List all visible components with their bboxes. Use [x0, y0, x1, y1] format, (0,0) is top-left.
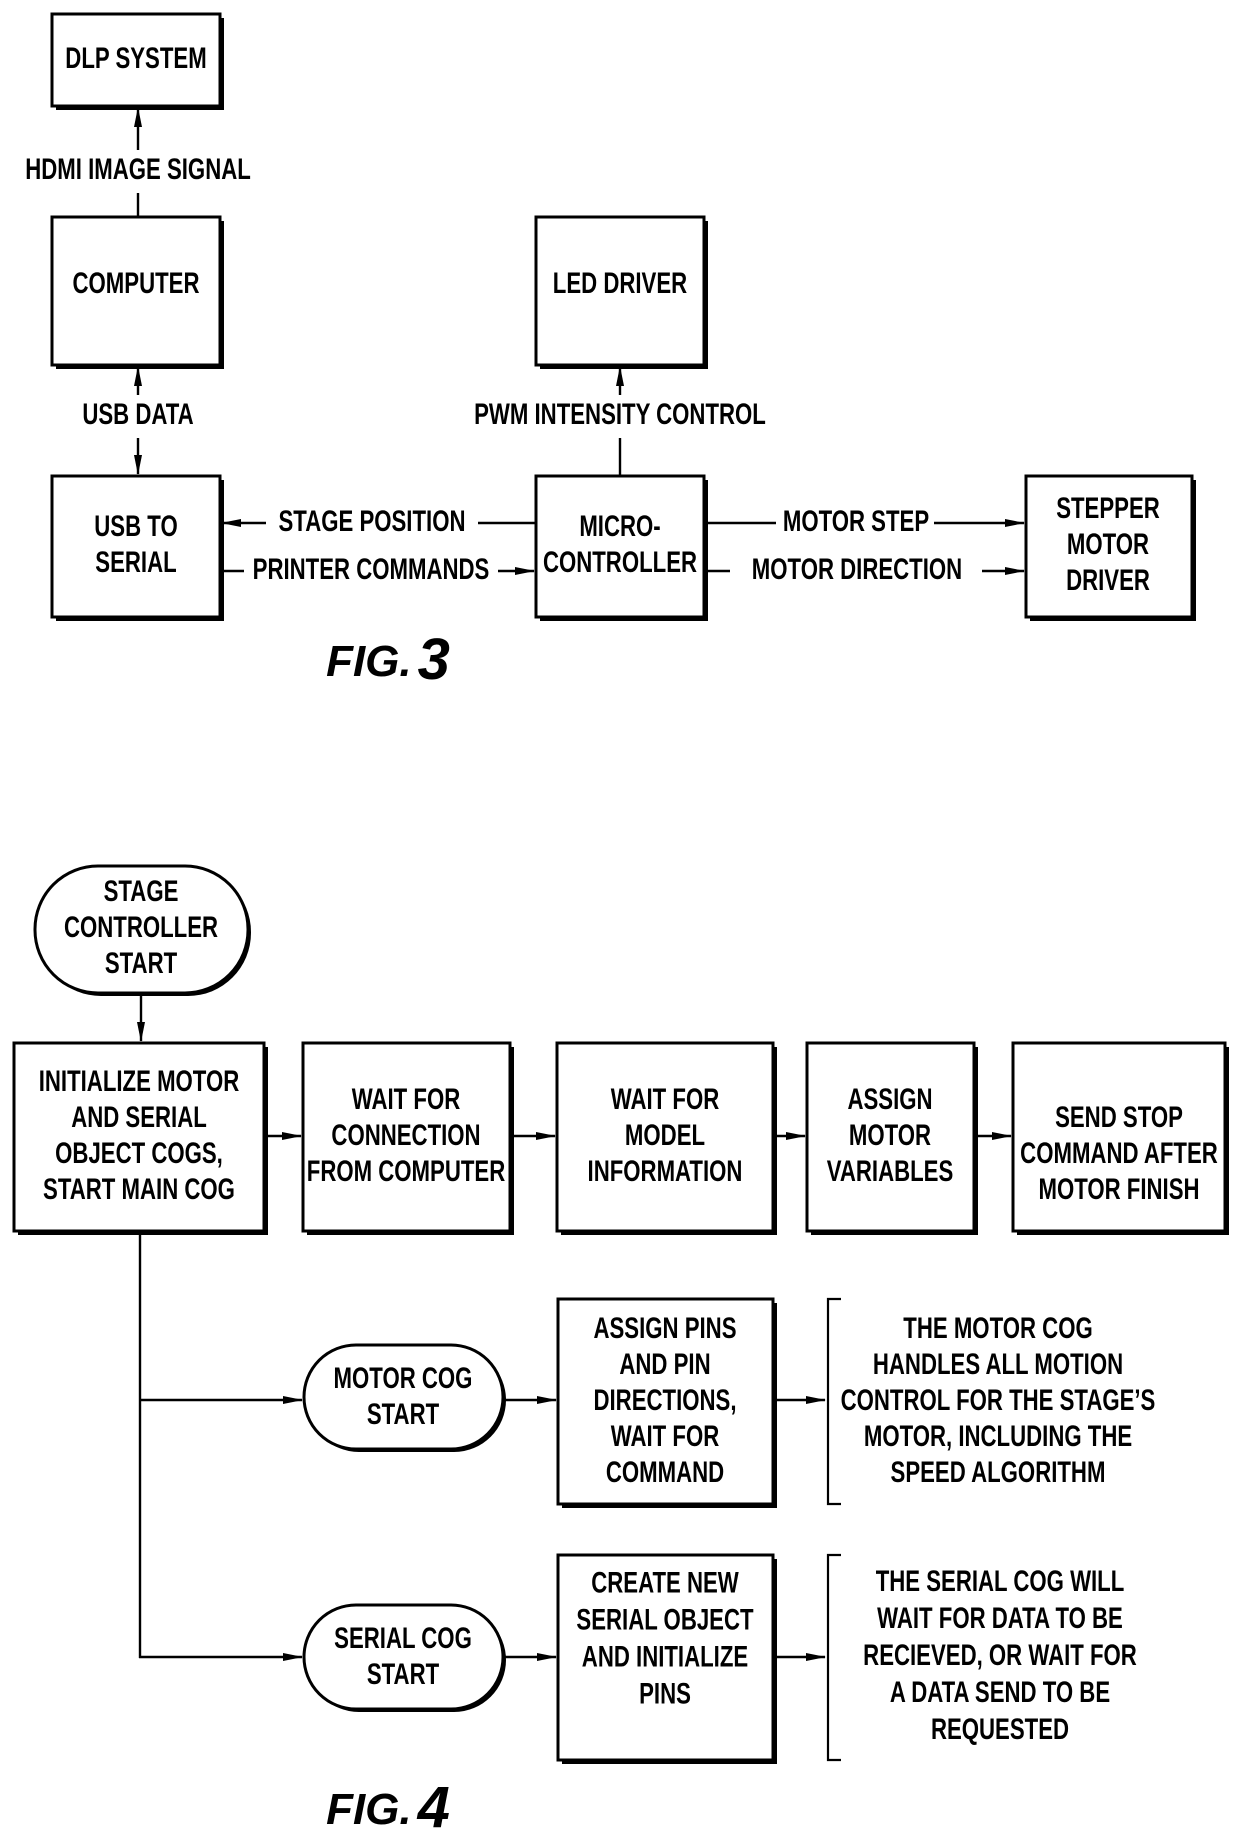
text-line: MOTOR FINISH [1038, 1172, 1199, 1206]
text-line: CONNECTION [331, 1118, 480, 1152]
fig3-caption: FIG. 3 [326, 627, 450, 692]
computer-label: COMPUTER [73, 266, 200, 300]
text-line: SERIAL [95, 545, 176, 579]
usb-data-label: USB DATA [82, 397, 193, 431]
text-line: MICRO- [579, 509, 660, 543]
main-step-wait-model: WAIT FOR MODEL INFORMATION [555, 1041, 777, 1235]
serial-cog-note: THE SERIAL COG WILL WAIT FOR DATA TO BE RE… [863, 1564, 1137, 1746]
main-step-wait-connection: WAIT FOR CONNECTION FROM COMPUTER [301, 1041, 514, 1235]
text-line: PINS [639, 1676, 691, 1710]
text-line: DLP SYSTEM [65, 41, 206, 75]
text-line: CREATE NEW [591, 1565, 739, 1599]
text-line: HANDLES ALL MOTION [873, 1347, 1123, 1381]
text-line: USB TO [94, 509, 177, 543]
stepper-motor-driver-label: STEPPER MOTOR DRIVER [1056, 491, 1160, 597]
text-line: CONTROLLER [543, 545, 697, 579]
text-line: STEPPER [1056, 491, 1160, 525]
text-line: COMPUTER [73, 266, 200, 300]
hdmi-image-signal-label: HDMI IMAGE SIGNAL [25, 152, 251, 186]
text-line: WAIT FOR [611, 1082, 719, 1116]
text-line: COMMAND [606, 1455, 724, 1489]
text-line: MOTOR [849, 1118, 931, 1152]
text-line: REQUESTED [931, 1712, 1069, 1746]
text-line: AND INITIALIZE [582, 1639, 748, 1673]
text-line: MODEL [625, 1118, 705, 1152]
text-line: START MAIN COG [43, 1172, 235, 1206]
text-line: INITIALIZE MOTOR [39, 1064, 240, 1098]
text-line: START [105, 946, 177, 980]
motor-cog-start-terminator: MOTOR COG START [302, 1343, 506, 1452]
serial-cog-start-terminator: SERIAL COG START [302, 1603, 506, 1712]
text-line: FROM COMPUTER [307, 1154, 505, 1188]
text-line: AND PIN [619, 1347, 710, 1381]
text-line: COMMAND AFTER [1020, 1136, 1218, 1170]
text-line: MOTOR [1067, 527, 1149, 561]
text-line: CONTROL FOR THE STAGE’S [841, 1383, 1156, 1417]
motor-direction-label: MOTOR DIRECTION [752, 552, 962, 586]
usb-to-serial-label: USB TO SERIAL [94, 509, 177, 579]
text-line: AND SERIAL [71, 1100, 207, 1134]
led-driver-block: LED DRIVER [534, 215, 708, 369]
motor-cog-step-label: ASSIGN PINS AND PIN DIRECTIONS, WAIT FOR COM… [593, 1311, 736, 1489]
text-line: DRIVER [1066, 563, 1150, 597]
printer-commands-label: PRINTER COMMANDS [253, 552, 490, 586]
led-driver-label: LED DRIVER [553, 266, 687, 300]
text-line: ASSIGN PINS [593, 1311, 736, 1345]
pwm-intensity-control-label: PWM INTENSITY CONTROL [474, 397, 766, 431]
text-line: A DATA SEND TO BE [890, 1675, 1110, 1709]
computer-block: COMPUTER [50, 215, 224, 369]
serial-cog-note-bracket [826, 1553, 841, 1762]
main-step-init: INITIALIZE MOTOR AND SERIAL OBJECT COGS, ST… [12, 1041, 268, 1235]
text-line: SERIAL COG [334, 1621, 472, 1655]
text-line: LED DRIVER [553, 266, 687, 300]
text-line: WAIT FOR DATA TO BE [877, 1601, 1123, 1635]
text-line: SERIAL OBJECT [576, 1602, 753, 1636]
dlp-system-block: DLP SYSTEM [50, 12, 224, 110]
text-line: THE SERIAL COG WILL [876, 1564, 1125, 1598]
dlp-system-label: DLP SYSTEM [65, 41, 206, 75]
text-line: WAIT FOR [611, 1419, 719, 1453]
text-line: VARIABLES [827, 1154, 954, 1188]
patent-figures: DLP SYSTEM HDMI IMAGE SIGNAL COMPUTER US… [12, 12, 1229, 1834]
text-line: INFORMATION [588, 1154, 743, 1188]
serial-cog-step-box: CREATE NEW SERIAL OBJECT AND INITIALIZE PIN… [556, 1553, 777, 1764]
stage-controller-start-terminator: STAGE CONTROLLER START [33, 864, 251, 996]
text-line: SEND STOP [1055, 1100, 1183, 1134]
text-line: STAGE [104, 874, 179, 908]
text-line: START [367, 1657, 439, 1691]
motor-cog-note: THE MOTOR COG HANDLES ALL MOTION CONTROL F… [841, 1311, 1156, 1489]
main-step-send-stop: SEND STOP COMMAND AFTER MOTOR FINISH [1011, 1041, 1229, 1235]
text-line: THE MOTOR COG [903, 1311, 1092, 1345]
text-line: MOTOR, INCLUDING THE [864, 1419, 1132, 1453]
text-line: ASSIGN [847, 1082, 932, 1116]
text-line: DIRECTIONS, [594, 1383, 737, 1417]
fig3-block-diagram: DLP SYSTEM HDMI IMAGE SIGNAL COMPUTER US… [25, 12, 1196, 692]
motor-step-label: MOTOR STEP [783, 504, 929, 538]
main-step-assign-motor-variables: ASSIGN MOTOR VARIABLES [805, 1041, 978, 1235]
stage-position-label: STAGE POSITION [279, 504, 466, 538]
motor-cog-note-bracket [826, 1297, 841, 1506]
text-line: SPEED ALGORITHM [891, 1455, 1106, 1489]
stepper-motor-driver-block: STEPPER MOTOR DRIVER [1024, 474, 1196, 621]
microcontroller-block: MICRO-CONTROLLER [534, 474, 708, 621]
text-line: CONTROLLER [64, 910, 218, 944]
text-line: MOTOR COG [334, 1361, 473, 1395]
text-line: RECIEVED, OR WAIT FOR [863, 1638, 1137, 1672]
text-line: START [367, 1397, 439, 1431]
fig4-flowchart: STAGE CONTROLLER START INITIALIZE MOTOR AND… [12, 864, 1229, 1834]
text-line: WAIT FOR [352, 1082, 460, 1116]
text-line: OBJECT COGS, [55, 1136, 223, 1170]
motor-cog-step-box: ASSIGN PINS AND PIN DIRECTIONS, WAIT FOR COM… [556, 1297, 777, 1508]
fig4-caption: FIG. 4 [326, 1775, 450, 1834]
main-step-init-label: INITIALIZE MOTOR AND SERIAL OBJECT COGS, ST… [39, 1064, 240, 1206]
usb-to-serial-block: USB TO SERIAL [50, 474, 224, 621]
